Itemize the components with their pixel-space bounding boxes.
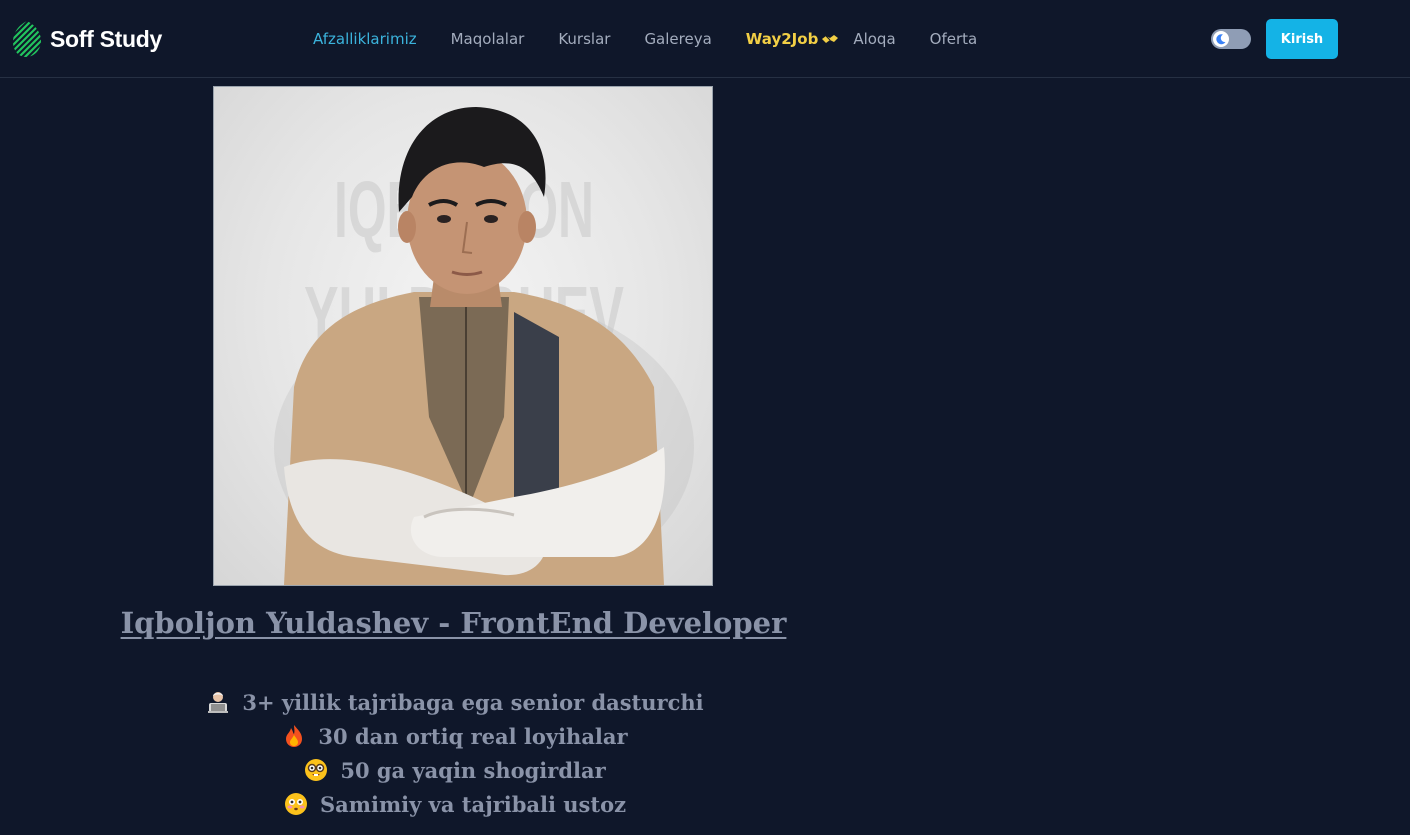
theme-toggle[interactable] <box>1211 29 1251 49</box>
feature-text: 50 ga yaqin shogirdlar <box>340 758 606 783</box>
list-item: 30 dan ortiq real loyihalar <box>0 720 910 754</box>
list-item: 3+ yillik tajribaga ega senior dasturchi <box>0 686 910 720</box>
brand-logo[interactable]: Soff Study <box>12 20 162 58</box>
nerd-face-icon <box>304 758 328 782</box>
brand-name: Soff Study <box>50 25 162 52</box>
login-button[interactable]: Kirish <box>1266 19 1338 59</box>
instructor-name-title[interactable]: Iqboljon Yuldashev - FrontEnd Developer <box>0 606 907 640</box>
toggle-knob <box>1213 31 1229 47</box>
handshake-icon <box>822 35 839 43</box>
nav-item-galereya[interactable]: Galereya <box>644 29 711 49</box>
moon-icon <box>1216 34 1226 45</box>
instructor-photo: IQBOLJON YULDASHEV <box>213 86 713 586</box>
nav-item-maqolalar[interactable]: Maqolalar <box>451 29 525 49</box>
main-menu: Afzalliklarimiz Maqolalar Kurslar Galere… <box>313 29 1011 49</box>
nav-item-afzalliklarimiz[interactable]: Afzalliklarimiz <box>313 29 417 49</box>
feature-text: Samimiy va tajribali ustoz <box>319 792 627 817</box>
nav-item-way2job[interactable]: Way2Job <box>746 29 840 49</box>
nav-item-aloqa[interactable]: Aloqa <box>853 29 895 49</box>
instructor-portrait-image: IQBOLJON YULDASHEV <box>274 107 694 585</box>
nav-item-oferta[interactable]: Oferta <box>930 29 978 49</box>
feature-text: 30 dan ortiq real loyihalar <box>318 724 628 749</box>
list-item: 50 ga yaqin shogirdlar <box>0 754 910 788</box>
nav-item-way2job-label: Way2Job <box>745 30 819 48</box>
technologist-icon <box>206 690 230 714</box>
top-navbar: Soff Study Afzalliklarimiz Maqolalar Kur… <box>0 0 1410 78</box>
striped-leaf-logo-icon <box>13 21 41 57</box>
fire-icon <box>282 724 306 748</box>
instructor-features-list: 3+ yillik tajribaga ega senior dasturchi… <box>0 686 910 822</box>
flushed-face-icon <box>284 792 308 816</box>
nav-item-kurslar[interactable]: Kurslar <box>558 29 610 49</box>
feature-text: 3+ yillik tajribaga ega senior dasturchi <box>242 690 704 715</box>
list-item: Samimiy va tajribali ustoz <box>0 788 910 822</box>
